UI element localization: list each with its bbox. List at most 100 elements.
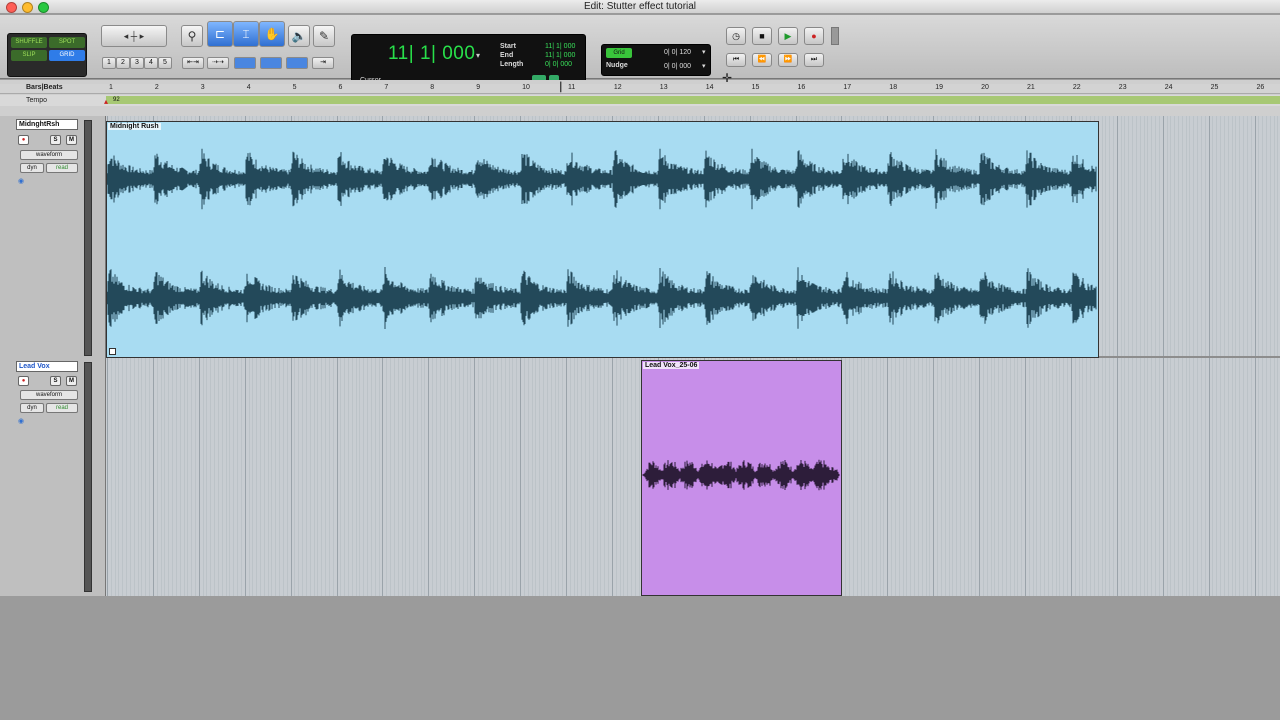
zoom-out-button[interactable]: ◂ ┼ ▸	[101, 25, 167, 47]
playhead-marker-icon[interactable]: ┃	[558, 82, 563, 93]
waveform-channel	[107, 148, 1097, 210]
clip-name: Lead Vox_25-06	[643, 362, 700, 369]
ruler-bar-number: 24	[1164, 84, 1173, 91]
bars-beats-ruler[interactable]	[0, 84, 1280, 94]
mouse-cursor-icon: ✛	[722, 71, 733, 85]
ruler-bar-number: 15	[751, 84, 760, 91]
clip-name: Midnight Rush	[108, 123, 161, 130]
selector-tool[interactable]: ⌶	[233, 21, 259, 47]
audio-clip-lead-vox[interactable]: Lead Vox_25-06	[641, 360, 842, 596]
track-view-selector[interactable]: waveform	[20, 390, 78, 400]
automation-state-selector[interactable]: read	[46, 163, 78, 173]
solo-button[interactable]: S	[50, 135, 61, 145]
voice-icon[interactable]: ◉	[18, 417, 24, 425]
spot-mode-button[interactable]: SPOT	[49, 37, 85, 48]
fast-forward-icon: ⏩	[783, 56, 793, 63]
ruler-bar-number: 7	[384, 84, 389, 91]
nudge-value[interactable]: 0| 0| 000	[664, 63, 691, 70]
online-button[interactable]: ◷	[726, 27, 746, 45]
shuffle-mode-button[interactable]: SHUFFLE	[11, 37, 47, 48]
track-view-selector[interactable]: waveform	[20, 150, 78, 160]
counter-dropdown-icon[interactable]: ▾	[476, 51, 480, 60]
speaker-icon: 🔈	[291, 29, 307, 43]
track-name[interactable]: Lead Vox	[16, 361, 78, 372]
record-button[interactable]: ●	[804, 27, 824, 45]
audio-clip-midnight-rush[interactable]: Midnight Rush	[106, 121, 1099, 358]
ruler-bar-number: 26	[1256, 84, 1265, 91]
transport-expand-handle[interactable]	[831, 27, 839, 45]
tab-to-transient-button[interactable]: ⇤⇥	[182, 57, 204, 69]
fast-forward-button[interactable]: ⏩	[778, 53, 798, 67]
grid-dropdown-icon[interactable]: ▾	[702, 48, 706, 56]
trim-tool[interactable]: ⊏	[207, 21, 233, 47]
ruler-bar-number: 18	[889, 84, 898, 91]
grabber-tool[interactable]: ✋	[259, 21, 285, 47]
go-to-end-icon: ⏭	[810, 56, 818, 63]
zoom-preset-3[interactable]: 3	[130, 57, 144, 69]
title-bar: Edit: Stutter effect tutorial	[0, 0, 1280, 14]
link-track-button[interactable]	[234, 57, 256, 69]
pencil-tool[interactable]: ✎	[313, 25, 335, 47]
ruler-bar-number: 17	[843, 84, 852, 91]
ruler-bar-number: 25	[1210, 84, 1219, 91]
stop-icon: ■	[759, 31, 765, 41]
grid-mode-button[interactable]: GRID	[49, 50, 85, 61]
ruler-bar-number: 2	[154, 84, 159, 91]
ruler-bar-number: 1	[109, 84, 113, 91]
ruler-bar-number: 10	[522, 84, 530, 91]
zoom-preset-1[interactable]: 1	[102, 57, 116, 69]
scrubber-tool[interactable]: 🔈	[288, 25, 310, 47]
grid-label[interactable]: Grid	[606, 48, 632, 58]
voice-icon[interactable]: ◉	[18, 177, 24, 185]
record-enable-button[interactable]: ●	[18, 135, 29, 145]
clip-sync-icon[interactable]	[109, 348, 116, 355]
rewind-button[interactable]: ⏪	[752, 53, 772, 67]
ruler-bar-number: 9	[476, 84, 481, 91]
nudge-dropdown-icon[interactable]: ▾	[702, 62, 706, 70]
tempo-marker-icon[interactable]: ▴	[104, 97, 108, 106]
link-timeline-button[interactable]: ⇢⇢	[207, 57, 229, 69]
end-value[interactable]: 11| 1| 000	[545, 52, 575, 59]
magnifier-icon: ⚲	[187, 29, 197, 43]
zoom-preset-2[interactable]: 2	[116, 57, 130, 69]
record-icon: ●	[811, 31, 817, 41]
insertion-follows-button[interactable]	[286, 57, 308, 69]
ruler-bar-number: 22	[1072, 84, 1081, 91]
ruler-bar-number: 21	[1027, 84, 1035, 91]
track-header-lead-vox: Lead Vox ● S M waveform dyn read ◉	[0, 358, 106, 596]
solo-button[interactable]: S	[50, 376, 61, 386]
zoomer-tool[interactable]: ⚲	[181, 25, 203, 47]
nudge-label[interactable]: Nudge	[606, 62, 628, 69]
stop-button[interactable]: ■	[752, 27, 772, 45]
ruler-bar-number: 13	[659, 84, 668, 91]
mute-button[interactable]: M	[66, 376, 77, 386]
play-range-button[interactable]: ⇥	[312, 57, 334, 69]
automation-mode-selector[interactable]: dyn	[20, 403, 44, 413]
tempo-ruler-label: Tempo	[26, 97, 48, 104]
edit-mode-panel: SHUFFLE SPOT SLIP GRID	[7, 33, 87, 77]
play-button[interactable]: ▶	[778, 27, 798, 45]
ruler-bar-number: 12	[613, 84, 622, 91]
ruler-bar-number: 11	[568, 84, 576, 91]
main-counter-value[interactable]: 11| 1| 000	[388, 43, 475, 65]
go-to-end-button[interactable]: ⏭	[804, 53, 824, 67]
edit-timeline[interactable]: Midnight Rush Lead Vox_25-06	[106, 116, 1280, 596]
track-name[interactable]: MidnghtRsh	[16, 119, 78, 130]
bars-beats-ruler-label: Bars|Beats	[26, 84, 63, 91]
automation-mode-selector[interactable]: dyn	[20, 163, 44, 173]
record-enable-button[interactable]: ●	[18, 376, 29, 386]
level-meter	[84, 362, 92, 592]
automation-state-selector[interactable]: read	[46, 403, 78, 413]
slip-mode-button[interactable]: SLIP	[11, 50, 47, 61]
zoom-preset-5[interactable]: 5	[158, 57, 172, 69]
mute-button[interactable]: M	[66, 135, 77, 145]
tempo-ruler-strip[interactable]	[106, 96, 1280, 104]
length-value[interactable]: 0| 0| 000	[545, 61, 572, 68]
return-to-zero-button[interactable]: ⏮	[726, 53, 746, 67]
mirror-midi-button[interactable]	[260, 57, 282, 69]
start-value[interactable]: 11| 1| 000	[545, 43, 575, 50]
timeline-empty-area[interactable]	[106, 596, 1280, 720]
selector-icon: ⌶	[242, 27, 250, 41]
zoom-preset-4[interactable]: 4	[144, 57, 158, 69]
grid-value[interactable]: 0| 0| 120	[664, 49, 691, 56]
